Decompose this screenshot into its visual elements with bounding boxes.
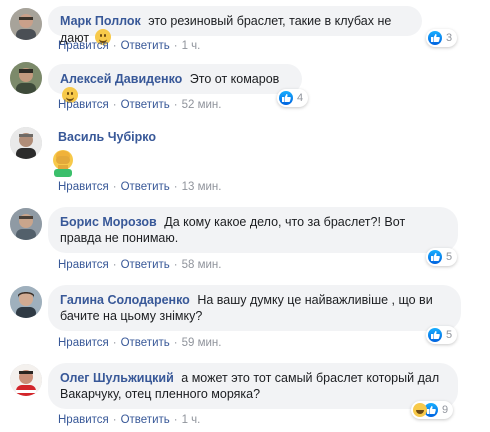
- comment-bubble: Борис Морозов Да кому какое дело, что за…: [48, 207, 458, 253]
- reply-link[interactable]: Ответить: [121, 414, 170, 426]
- timestamp[interactable]: 59 мин.: [182, 337, 222, 349]
- avatar[interactable]: [10, 127, 42, 159]
- avatar[interactable]: [10, 286, 42, 318]
- separator: ·: [173, 99, 178, 111]
- avatar[interactable]: [10, 62, 42, 94]
- reaction-count: 5: [446, 251, 453, 263]
- reply-link[interactable]: Ответить: [121, 99, 170, 111]
- timestamp[interactable]: 52 мин.: [182, 99, 222, 111]
- like-link[interactable]: Нравится: [58, 259, 109, 271]
- separator: ·: [173, 181, 178, 193]
- reaction-count-badge[interactable]: 5: [426, 248, 458, 266]
- reaction-count-badge[interactable]: 4: [277, 89, 309, 107]
- separator: ·: [112, 337, 117, 349]
- reply-link[interactable]: Ответить: [121, 259, 170, 271]
- comment-actions: Нравится · Ответить · 58 мин.: [58, 258, 221, 272]
- reaction-count: 9: [442, 404, 449, 416]
- like-link[interactable]: Нравится: [58, 99, 109, 111]
- comment-actions: Нравится · Ответить · 1 ч.: [58, 413, 200, 427]
- author-name[interactable]: Василь Чубірко: [58, 129, 156, 145]
- separator: ·: [112, 259, 117, 271]
- author-name[interactable]: Марк Поллок: [60, 14, 141, 28]
- separator: ·: [173, 337, 178, 349]
- like-reaction-icon: [428, 328, 442, 342]
- reaction-count-badge[interactable]: 9: [411, 401, 454, 419]
- like-link[interactable]: Нравится: [58, 337, 109, 349]
- comment-bubble: Марк Поллок это резиновый браслет, такие…: [48, 6, 422, 45]
- avatar[interactable]: [10, 8, 42, 40]
- reaction-count: 4: [297, 92, 304, 104]
- separator: ·: [173, 414, 178, 426]
- author-name[interactable]: Галина Солодаренко: [60, 293, 190, 307]
- comment-bubble: Алексей Давиденко Это от комаров: [48, 64, 302, 103]
- reply-link[interactable]: Ответить: [121, 181, 170, 193]
- reaction-count-badge[interactable]: 5: [426, 326, 458, 344]
- reaction-count: 3: [446, 32, 453, 44]
- avatar[interactable]: [10, 364, 42, 396]
- author-name[interactable]: Олег Шульжицкий: [60, 371, 174, 385]
- like-reaction-icon: [428, 31, 442, 45]
- haha-reaction-icon: [413, 403, 427, 417]
- separator: ·: [112, 414, 117, 426]
- comment-bubble: Олег Шульжицкий а может это тот самый бр…: [48, 363, 458, 409]
- like-reaction-icon: [279, 91, 293, 105]
- comment-bubble: Галина Солодаренко На вашу думку це найв…: [48, 285, 461, 331]
- timestamp[interactable]: 1 ч.: [182, 414, 201, 426]
- separator: ·: [112, 99, 117, 111]
- reply-link[interactable]: Ответить: [121, 337, 170, 349]
- timestamp[interactable]: 13 мин.: [182, 181, 222, 193]
- reply-link[interactable]: Ответить: [121, 40, 170, 52]
- like-link[interactable]: Нравится: [58, 40, 109, 52]
- separator: ·: [173, 259, 178, 271]
- comment-actions: Нравится · Ответить · 13 мин.: [58, 180, 221, 194]
- reaction-count-badge[interactable]: 3: [426, 29, 458, 47]
- comment-actions: Нравится · Ответить · 59 мин.: [58, 336, 221, 350]
- like-reaction-icon: [428, 250, 442, 264]
- comment-text: Это от комаров: [189, 72, 280, 86]
- facepalm-emoji-icon: [48, 147, 78, 177]
- author-name[interactable]: Борис Морозов: [60, 215, 157, 229]
- separator: ·: [112, 181, 117, 193]
- separator: ·: [173, 40, 178, 52]
- comment-actions: Нравится · Ответить · 52 мин.: [58, 98, 221, 112]
- timestamp[interactable]: 1 ч.: [182, 40, 201, 52]
- like-link[interactable]: Нравится: [58, 414, 109, 426]
- reaction-count: 5: [446, 329, 453, 341]
- separator: ·: [112, 40, 117, 52]
- author-name[interactable]: Алексей Давиденко: [60, 72, 182, 86]
- timestamp[interactable]: 58 мин.: [182, 259, 222, 271]
- comment-actions: Нравится · Ответить · 1 ч.: [58, 39, 200, 53]
- like-link[interactable]: Нравится: [58, 181, 109, 193]
- avatar[interactable]: [10, 208, 42, 240]
